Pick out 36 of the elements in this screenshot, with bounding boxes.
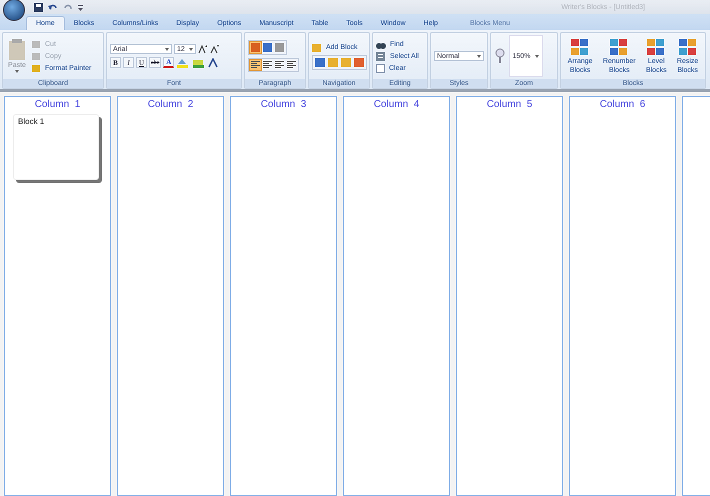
customize-caret-icon[interactable] [78, 4, 83, 10]
highlight-icon[interactable] [176, 58, 190, 68]
caret-icon [165, 48, 169, 50]
column-header[interactable]: Column 5 [486, 99, 532, 110]
column-header[interactable]: Column 4 [374, 99, 420, 110]
caret-icon [535, 54, 540, 58]
align-button[interactable] [274, 60, 285, 70]
grow-font-icon[interactable] [198, 44, 208, 54]
font-size-icon[interactable] [208, 58, 218, 68]
column-header[interactable]: Column 2 [148, 99, 194, 110]
align-button[interactable] [286, 60, 297, 70]
folder-icon [312, 42, 322, 52]
caret-icon [477, 54, 481, 58]
magnifier-icon[interactable] [494, 48, 506, 64]
blocks-icon [609, 37, 630, 57]
save-icon[interactable] [34, 2, 43, 12]
redo-icon[interactable] [63, 3, 73, 11]
select-all-icon [376, 52, 386, 60]
blocks-icon [646, 37, 666, 57]
block-card[interactable]: Block 1 [13, 114, 99, 180]
blocks-icon [678, 37, 698, 57]
caret-icon [189, 48, 193, 50]
clipboard-icon [8, 39, 26, 61]
column-header[interactable]: Column 6 [600, 99, 646, 110]
block-title: Block 1 [18, 117, 44, 126]
caret-icon [15, 70, 19, 73]
blocks-icon [570, 37, 590, 57]
column-header[interactable]: Column 3 [260, 99, 306, 110]
shrink-font-icon[interactable] [210, 44, 220, 54]
undo-icon[interactable] [48, 3, 58, 11]
align-button[interactable] [250, 60, 261, 70]
view-button[interactable] [274, 42, 285, 53]
align-button[interactable] [262, 60, 273, 70]
view-button[interactable] [262, 42, 273, 53]
app-orb-icon[interactable] [3, 0, 25, 21]
column-header[interactable]: Column 1 [34, 99, 80, 110]
